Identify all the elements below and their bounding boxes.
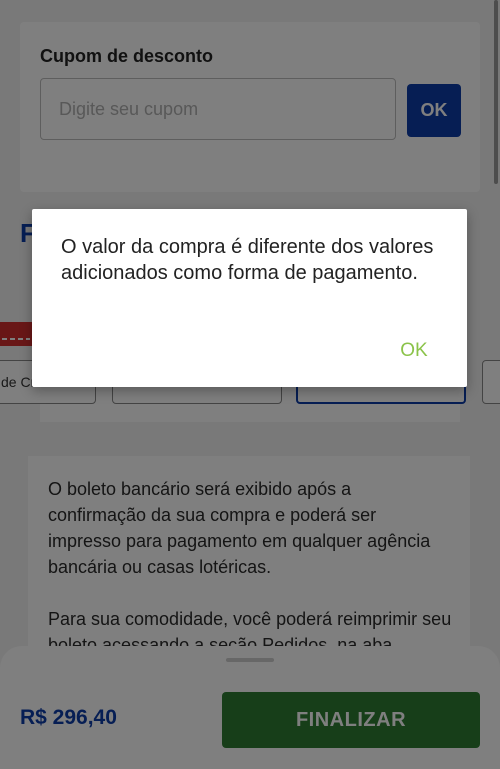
dialog-message: O valor da compra é diferente dos valore… [61,236,434,284]
alert-dialog: O valor da compra é diferente dos valore… [32,209,467,387]
dialog-ok-button[interactable]: OK [389,333,439,369]
